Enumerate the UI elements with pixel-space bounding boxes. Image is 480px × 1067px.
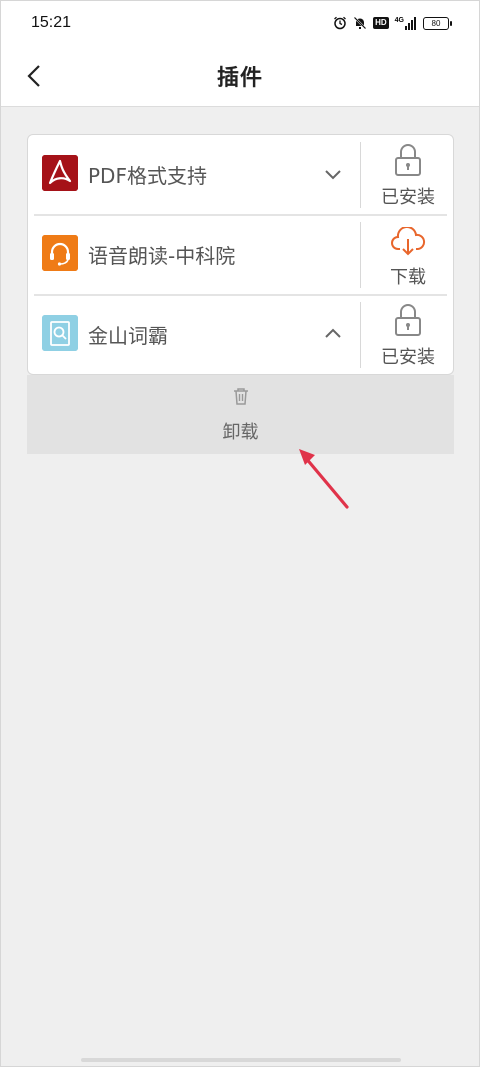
alarm-icon [333,16,347,30]
action-label: 已安装 [381,347,435,368]
dictionary-icon [42,315,78,351]
plugin-name: PDF格式支持 [88,164,207,188]
gesture-bar [81,1058,401,1062]
headset-icon [42,235,78,271]
status-time: 15:21 [31,14,72,31]
trash-icon [231,386,251,410]
uninstall-button[interactable]: 卸载 [27,375,454,454]
plugin-row-voice[interactable]: 语音朗读-中科院 下载 [28,215,455,295]
uninstall-label: 卸载 [222,421,259,443]
lock-icon [394,141,422,177]
plugin-name: 语音朗读-中科院 [88,244,236,268]
status-icons: HD 4G 80 [333,16,452,30]
chevron-left-icon [27,65,40,87]
plugin-row-dictionary[interactable]: 金山词霸 已安装 [28,295,455,375]
hd-badge: HD [373,17,389,29]
battery-level: 80 [431,18,441,28]
plugin-list: PDF格式支持 已安装 语音朗读-中科院 下载 金山词霸 已安装 [27,134,454,375]
network-type: 4G [394,16,404,24]
battery-indicator: 80 [423,16,452,30]
annotation-arrow [291,441,355,517]
action-label: 下载 [390,267,426,288]
signal-icon: 4G [394,16,417,30]
action-label: 已安装 [381,187,435,208]
cloud-download-icon [390,221,426,257]
back-button[interactable] [19,59,49,93]
plugin-row-pdf[interactable]: PDF格式支持 已安装 [28,135,455,215]
installed-status[interactable]: 已安装 [361,135,455,215]
chevron-up-icon[interactable] [322,323,344,345]
header: 插件 [1,45,479,107]
status-bar: 15:21 HD 4G 80 [1,1,479,45]
lock-icon [394,301,422,337]
download-button[interactable]: 下载 [361,215,455,295]
page-title: 插件 [216,65,263,91]
chevron-down-icon[interactable] [322,163,344,185]
pdf-icon [42,155,78,191]
installed-status[interactable]: 已安装 [361,295,455,375]
mute-bell-icon [353,16,367,30]
plugin-name: 金山词霸 [88,324,168,348]
